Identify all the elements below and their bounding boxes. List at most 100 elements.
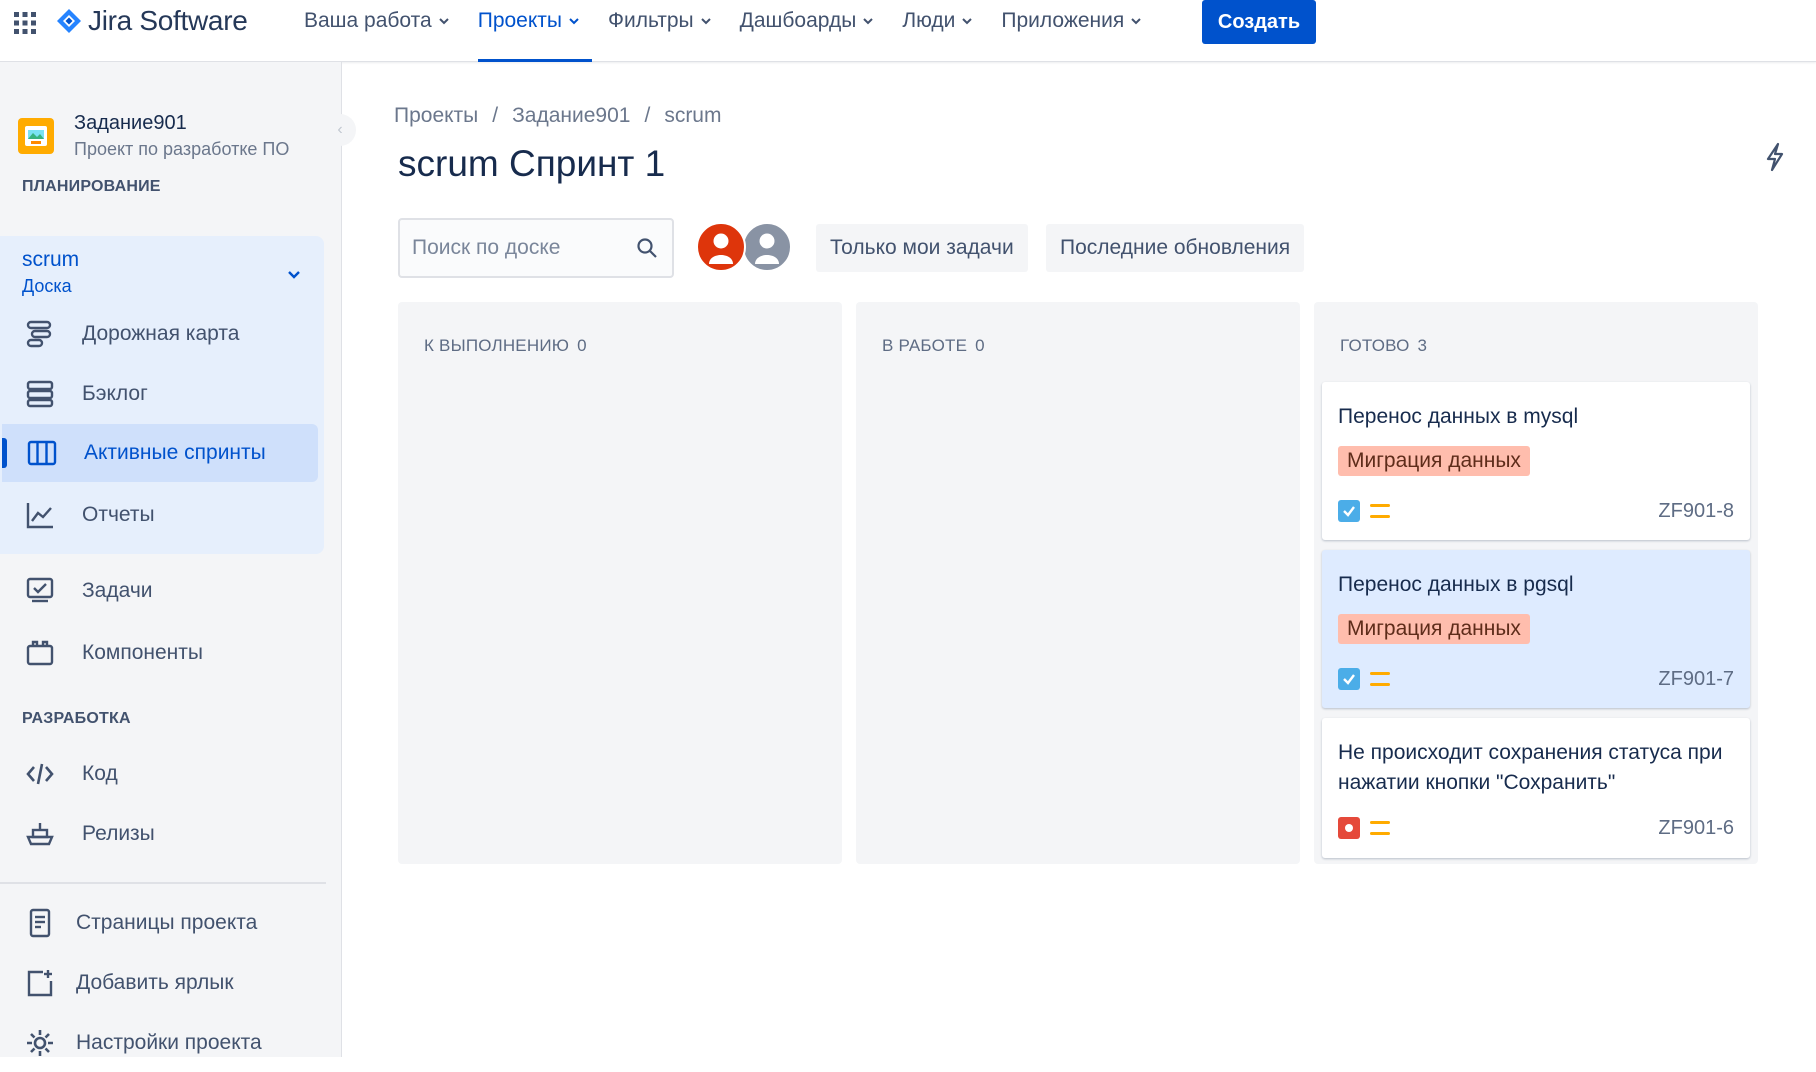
sidebar-item-code[interactable]: Код [0, 745, 320, 803]
epic-label: Миграция данных [1338, 614, 1530, 644]
releases-icon [24, 818, 56, 850]
sidebar-item-roadmap[interactable]: Дорожная карта [0, 305, 320, 363]
card-footer: ZF901-8 [1338, 499, 1734, 523]
board-switcher[interactable]: scrum Доска [22, 248, 302, 297]
sidebar-item-label: Отчеты [82, 503, 155, 526]
board-column-in-progress: В РАБОТЕ 0 [856, 302, 1300, 864]
project-avatar [18, 118, 54, 154]
pages-icon [24, 907, 56, 939]
chevron-down-icon [1131, 18, 1141, 25]
sidebar-item-label: Страницы проекта [76, 911, 258, 934]
components-icon [24, 637, 56, 669]
code-icon [24, 758, 56, 790]
board-search [398, 218, 674, 278]
sidebar-item-reports[interactable]: Отчеты [0, 486, 320, 544]
sidebar-item-label: Настройки проекта [76, 1031, 262, 1054]
reports-icon [24, 499, 56, 531]
project-name: Задание901 [74, 112, 187, 134]
breadcrumb-board[interactable]: scrum [664, 104, 721, 128]
nav-label: Ваша работа [304, 9, 432, 32]
issue-key[interactable]: ZF901-8 [1658, 500, 1734, 523]
sidebar-divider [0, 882, 326, 884]
issue-key[interactable]: ZF901-7 [1658, 668, 1734, 691]
app-switcher-button[interactable] [8, 6, 42, 40]
nav-label: Дашбоарды [739, 9, 857, 32]
nav-label: Фильтры [608, 9, 694, 32]
priority-medium-icon [1370, 821, 1390, 835]
board-icon [26, 437, 58, 469]
issue-card[interactable]: Не происходит сохранения статуса при наж… [1322, 718, 1750, 858]
sidebar-item-label: Задачи [82, 579, 153, 602]
column-header: К ВЫПОЛНЕНИЮ 0 [424, 336, 587, 356]
nav-label: Люди [902, 9, 956, 32]
avatar-user-2[interactable] [742, 222, 792, 272]
user-icon [709, 233, 733, 264]
collapse-sidebar-button[interactable]: ‹ [324, 114, 356, 146]
column-title: В РАБОТЕ [882, 336, 968, 355]
column-count: 0 [975, 336, 985, 355]
card-footer: ZF901-7 [1338, 667, 1734, 691]
issues-icon [24, 575, 56, 607]
issue-card[interactable]: Перенос данных в mysql Миграция данных Z… [1322, 382, 1750, 540]
breadcrumb-projects[interactable]: Проекты [394, 104, 478, 128]
breadcrumb-separator: / [644, 104, 651, 127]
issue-card[interactable]: Перенос данных в pgsql Миграция данных Z… [1322, 550, 1750, 708]
chevron-down-icon [700, 18, 711, 25]
sidebar-item-backlog[interactable]: Бэклог [0, 365, 320, 423]
priority-medium-icon [1370, 504, 1390, 518]
board-column-todo: К ВЫПОЛНЕНИЮ 0 [398, 302, 842, 864]
sidebar-item-issues[interactable]: Задачи [0, 562, 320, 620]
chevron-down-icon [288, 271, 300, 279]
nav-dashboards[interactable]: Дашбоарды [726, 0, 889, 62]
development-section-title: РАЗРАБОТКА [22, 710, 131, 727]
board-subtitle: Доска [22, 276, 72, 296]
card-summary: Не происходит сохранения статуса при наж… [1338, 741, 1723, 794]
user-icon [755, 233, 779, 264]
bug-icon [1338, 817, 1360, 839]
breadcrumb-project[interactable]: Задание901 [512, 104, 630, 128]
nav-people[interactable]: Люди [888, 0, 987, 62]
sidebar-item-label: Компоненты [82, 641, 203, 664]
nav-projects[interactable]: Проекты [464, 0, 594, 62]
add-shortcut-icon [24, 967, 56, 999]
nav-filters[interactable]: Фильтры [594, 0, 726, 62]
grid-icon [14, 12, 36, 34]
column-title: ГОТОВО [1340, 336, 1410, 355]
recently-updated-button[interactable]: Последние обновления [1046, 224, 1305, 272]
chevron-down-icon [569, 18, 579, 25]
search-icon [637, 238, 657, 258]
backlog-icon [24, 378, 56, 410]
sidebar-item-project-settings[interactable]: Настройки проекта [0, 1014, 320, 1072]
column-header: ГОТОВО 3 [1340, 336, 1427, 356]
sidebar-item-label: Релизы [82, 822, 155, 845]
chevron-left-icon: ‹ [337, 121, 343, 138]
issue-key[interactable]: ZF901-6 [1658, 817, 1734, 840]
sidebar-item-project-pages[interactable]: Страницы проекта [0, 894, 320, 952]
logo-text: Jira Software [88, 5, 248, 36]
task-icon [1338, 668, 1360, 690]
breadcrumb-separator: / [492, 104, 499, 127]
lightning-bolt-icon [1766, 142, 1784, 172]
avatar-user-1[interactable] [696, 222, 746, 272]
sidebar-item-label: Дорожная карта [82, 322, 240, 345]
jira-diamond-icon [57, 9, 81, 33]
search-input[interactable] [400, 236, 620, 260]
only-my-issues-button[interactable]: Только мои задачи [816, 224, 1028, 272]
sidebar-item-add-shortcut[interactable]: Добавить ярлык [0, 954, 320, 1012]
sidebar: Задание901 Проект по разработке ПО ‹ ПЛА… [0, 62, 356, 1057]
sidebar-item-active-sprints[interactable]: Активные спринты [2, 424, 318, 482]
nav-menu: Ваша работа Проекты Фильтры Дашбоарды Лю… [290, 0, 1156, 62]
sidebar-item-label: Бэклог [82, 382, 148, 405]
automation-button[interactable] [1760, 140, 1790, 174]
nav-label: Проекты [477, 9, 562, 32]
chevron-down-icon [439, 18, 449, 25]
project-header[interactable]: Задание901 Проект по разработке ПО [18, 112, 289, 160]
nav-your-work[interactable]: Ваша работа [290, 0, 464, 62]
nav-apps[interactable]: Приложения [987, 0, 1156, 62]
column-count: 3 [1417, 336, 1428, 355]
sidebar-item-label: Добавить ярлык [76, 971, 234, 994]
sidebar-item-components[interactable]: Компоненты [0, 624, 320, 682]
create-button[interactable]: Создать [1202, 0, 1316, 44]
sidebar-item-releases[interactable]: Релизы [0, 805, 320, 863]
jira-logo[interactable]: Jira Software [56, 4, 248, 38]
